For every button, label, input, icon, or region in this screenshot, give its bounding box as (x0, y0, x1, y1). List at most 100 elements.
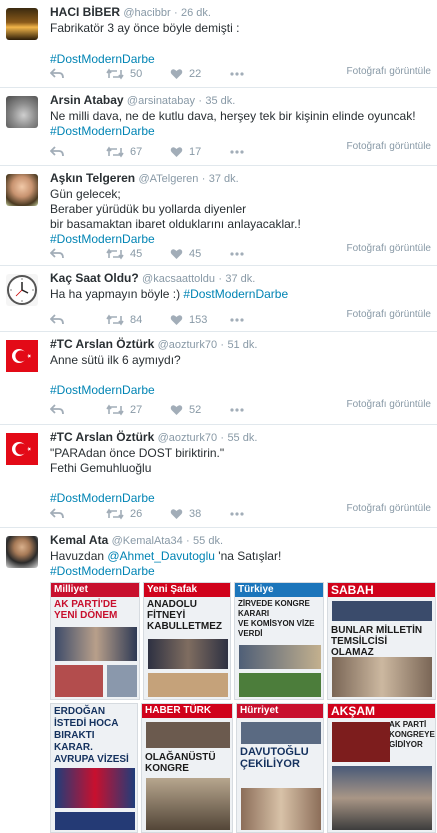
newspaper-photo (239, 673, 321, 697)
retweet-button[interactable]: 45 (106, 246, 142, 262)
tweet-time[interactable]: 55 dk. (193, 535, 223, 547)
newspaper-headline: AK PARTİ KONGREYE GİDİYOR (389, 720, 435, 749)
tweet-5[interactable]: #TC Arslan Öztürk @aozturk70 · 51 dk. An… (0, 332, 437, 425)
newspaper-headline: ANADOLU FİTNEYİ KABULLETMEZ (147, 599, 222, 632)
separator: · (220, 432, 225, 444)
user-fullname[interactable]: Aşkın Telgeren (50, 171, 135, 185)
tweet-4[interactable]: Kaç Saat Oldu? @kacsaattoldu · 37 dk. Ha… (0, 266, 437, 332)
avatar[interactable] (6, 8, 38, 40)
tweet-time[interactable]: 37 dk. (225, 273, 255, 285)
newspaper-headline: DAVUTOĞLU ÇEKİLİYOR (240, 746, 309, 770)
retweet-button[interactable]: 67 (106, 144, 142, 160)
like-button[interactable]: 45 (170, 246, 201, 262)
mention-link[interactable]: @Ahmet_Davutoglu (107, 549, 215, 563)
view-photo-link[interactable]: Fotoğrafı görüntüle (347, 141, 432, 152)
avatar[interactable] (6, 536, 38, 568)
more-button[interactable] (230, 506, 244, 522)
reply-button[interactable] (50, 312, 64, 328)
tweet-text: Anne sütü ilk 6 aymıydı? (50, 353, 181, 367)
tweet-time[interactable]: 55 dk. (227, 432, 257, 444)
hashtag-link[interactable]: #DostModernDarbe (50, 124, 155, 138)
hashtag-link[interactable]: #DostModernDarbe (50, 232, 155, 246)
more-button[interactable] (230, 144, 244, 160)
view-photo-link[interactable]: Fotoğrafı görüntüle (347, 399, 432, 410)
user-handle[interactable]: @aozturk70 (158, 339, 217, 351)
tweet-text: "PARAdan önce DOST biriktirin." Fethi Ge… (50, 446, 225, 475)
tweet-time[interactable]: 26 dk. (181, 7, 211, 19)
view-photo-link[interactable]: Fotoğrafı görüntüle (347, 309, 432, 320)
newspaper-photo (55, 627, 137, 661)
tweet-time[interactable]: 35 dk. (205, 95, 235, 107)
user-fullname[interactable]: Arsin Atabay (50, 93, 124, 107)
separator: · (173, 7, 178, 19)
tweet-6[interactable]: #TC Arslan Öztürk @aozturk70 · 55 dk. "P… (0, 425, 437, 528)
reply-button[interactable] (50, 66, 64, 82)
retweet-count: 27 (130, 404, 143, 416)
like-button[interactable]: 17 (170, 144, 201, 160)
user-handle[interactable]: @arsinatabay (127, 95, 195, 107)
retweet-button[interactable]: 27 (106, 402, 142, 418)
tweet-actions: 26 38 (50, 506, 250, 522)
avatar[interactable] (6, 433, 38, 465)
user-handle[interactable]: @KemalAta34 (112, 535, 183, 547)
media-photo[interactable]: Milliyet AK PARTİ'DE YENİ DÖNEM Yeni Şaf… (50, 582, 436, 833)
hashtag-link[interactable]: #DostModernDarbe (50, 383, 155, 397)
user-fullname[interactable]: #TC Arslan Öztürk (50, 430, 154, 444)
avatar[interactable] (6, 96, 38, 128)
reply-button[interactable] (50, 506, 64, 522)
newspaper-photo (55, 812, 135, 830)
view-photo-link[interactable]: Fotoğrafı görüntüle (347, 66, 432, 77)
retweet-count: 45 (130, 248, 143, 260)
retweet-icon (106, 68, 124, 80)
tweet-text: Ne milli dava, ne de kutlu dava, herşey … (50, 109, 416, 123)
like-count: 45 (189, 248, 202, 260)
newspaper-photo (55, 768, 135, 808)
hashtag-link[interactable]: #DostModernDarbe (183, 287, 288, 301)
reply-icon (50, 68, 64, 79)
avatar[interactable] (6, 174, 38, 206)
like-button[interactable]: 52 (170, 402, 201, 418)
retweet-icon (106, 314, 124, 326)
retweet-count: 84 (130, 314, 143, 326)
user-handle[interactable]: @hacibbr (123, 7, 170, 19)
tweet-3[interactable]: Aşkın Telgeren @ATelgeren · 37 dk. Gün g… (0, 166, 437, 266)
newspaper-photo (241, 788, 321, 830)
retweet-button[interactable]: 26 (106, 506, 142, 522)
more-button[interactable] (230, 246, 244, 262)
tweet-2[interactable]: Arsin Atabay @arsinatabay · 35 dk. Ne mi… (0, 88, 437, 166)
avatar[interactable] (6, 274, 38, 306)
reply-icon (50, 508, 64, 519)
user-handle[interactable]: @ATelgeren (138, 173, 198, 185)
user-fullname[interactable]: HACI BİBER (50, 5, 120, 19)
more-button[interactable] (230, 66, 244, 82)
tweet-1[interactable]: HACI BİBER @hacibbr · 26 dk. Fabrikatör … (0, 0, 437, 88)
more-icon (230, 408, 244, 412)
hashtag-link[interactable]: #DostModernDarbe (50, 52, 155, 66)
newspaper-headline: AK PARTİ'DE YENİ DÖNEM (54, 599, 118, 621)
tweet-text-pre: Havuzdan (50, 549, 108, 563)
retweet-button[interactable]: 50 (106, 66, 142, 82)
reply-button[interactable] (50, 144, 64, 160)
user-fullname[interactable]: #TC Arslan Öztürk (50, 337, 154, 351)
user-handle[interactable]: @aozturk70 (158, 432, 217, 444)
tweet-time[interactable]: 37 dk. (209, 173, 239, 185)
hashtag-link[interactable]: #DostModernDarbe (50, 491, 155, 505)
reply-button[interactable] (50, 402, 64, 418)
like-button[interactable]: 153 (170, 312, 207, 328)
avatar[interactable] (6, 340, 38, 372)
view-photo-link[interactable]: Fotoğrafı görüntüle (347, 243, 432, 254)
user-handle[interactable]: @kacsaattoldu (142, 273, 215, 285)
user-fullname[interactable]: Kaç Saat Oldu? (50, 271, 139, 285)
view-photo-link[interactable]: Fotoğrafı görüntüle (347, 503, 432, 514)
newspaper-masthead: HABER TÜRK (142, 704, 232, 718)
retweet-button[interactable]: 84 (106, 312, 142, 328)
tweet-time[interactable]: 51 dk. (227, 339, 257, 351)
like-button[interactable]: 38 (170, 506, 201, 522)
more-button[interactable] (230, 312, 244, 328)
user-fullname[interactable]: Kemal Ata (50, 533, 108, 547)
newspaper-headline: BUNLAR MİLLETİN TEMSİLCİSİ OLAMAZ (331, 625, 423, 658)
hashtag-link[interactable]: #DostModernDarbe (50, 564, 155, 578)
reply-button[interactable] (50, 246, 64, 262)
like-button[interactable]: 22 (170, 66, 201, 82)
more-button[interactable] (230, 402, 244, 418)
